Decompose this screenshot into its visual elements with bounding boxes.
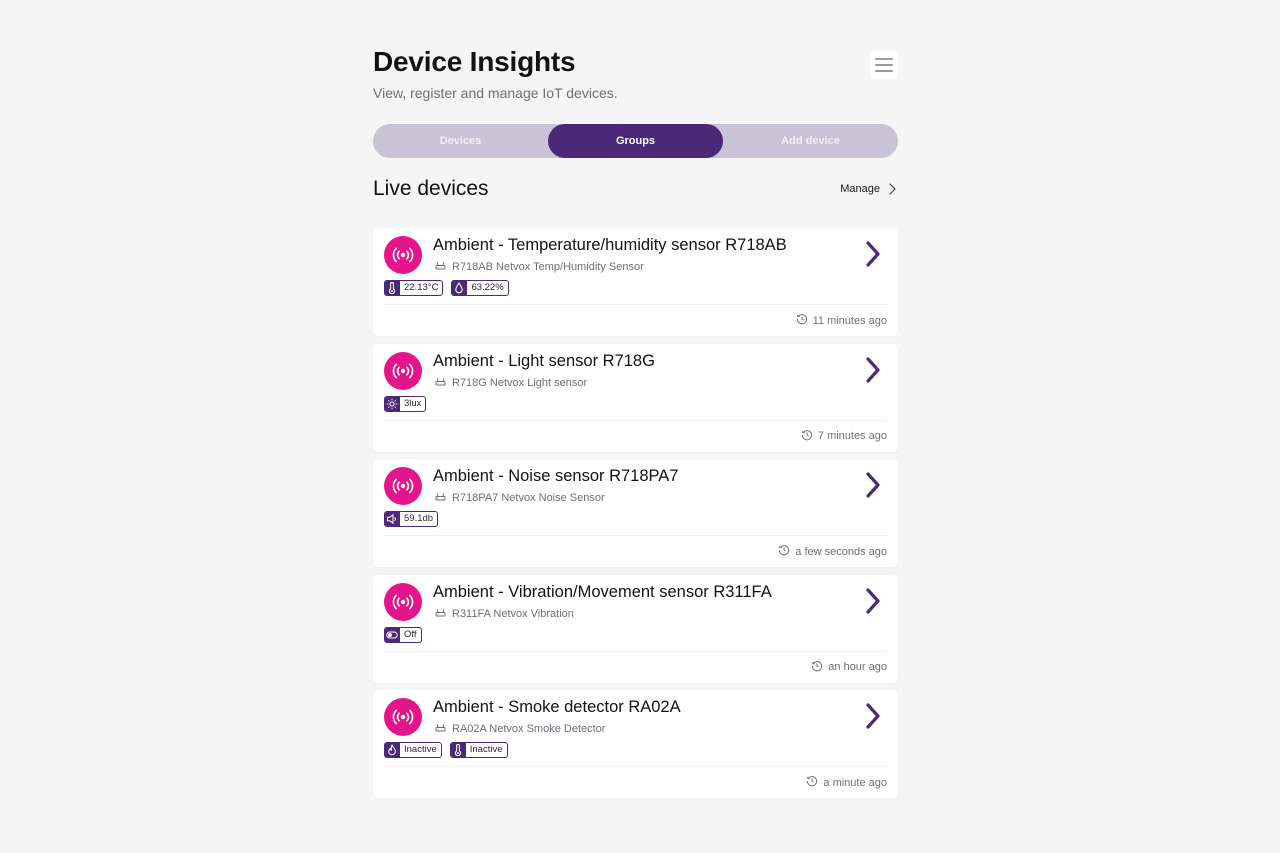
reading-value: 22.13°C: [404, 282, 439, 293]
reading-badges: 59.1db: [384, 511, 439, 528]
device-title: Ambient - Smoke detector RA02A: [433, 698, 681, 717]
thermometer-icon: [450, 743, 466, 758]
tab-bar: Devices Groups Add device: [373, 124, 898, 158]
reading-badge: 63.22%: [451, 280, 509, 296]
speaker-icon: [385, 512, 400, 527]
main-container: Device Insights View, register and manag…: [373, 44, 898, 806]
toggle-icon: [384, 627, 400, 642]
chevron-right-icon[interactable]: [862, 471, 884, 499]
tab-groups[interactable]: Groups: [548, 124, 723, 158]
chevron-right-icon[interactable]: [862, 702, 884, 730]
section-header: Live devices Manage: [373, 174, 898, 204]
history-clock-icon: [796, 313, 808, 328]
broadcast-signal-icon: [384, 351, 422, 390]
last-seen: 7 minutes ago: [801, 429, 887, 444]
tab-add-device[interactable]: Add device: [723, 124, 898, 158]
page-subtitle: View, register and manage IoT devices.: [373, 85, 618, 101]
reading-badge: Inactive: [384, 742, 442, 759]
broadcast-signal-icon: [384, 467, 422, 506]
tab-devices[interactable]: Devices: [373, 124, 548, 158]
broadcast-signal-icon: [384, 236, 422, 274]
chevron-right-icon: [884, 183, 896, 195]
device-model: RA02A Netvox Smoke Detector: [435, 723, 605, 735]
manage-label: Manage: [840, 183, 880, 195]
router-icon: [435, 608, 446, 620]
section-title: Live devices: [373, 177, 489, 200]
reading-badge: 3lux: [384, 395, 427, 412]
thermometer-icon: [385, 281, 400, 295]
device-model: R718PA7 Netvox Noise Sensor: [435, 492, 605, 504]
reading-badge: Off: [384, 626, 422, 643]
reading-value: Off: [404, 628, 417, 640]
card-divider: [384, 766, 887, 768]
reading-badge: 22.13°C: [384, 280, 444, 296]
chevron-right-icon[interactable]: [862, 356, 884, 384]
last-seen: an hour ago: [811, 660, 887, 675]
reading-value: 59.1db: [404, 513, 434, 525]
reading-badges: Inactive Inactive: [384, 742, 508, 759]
device-model: R718AB Netvox Temp/Humidity Sensor: [435, 261, 644, 273]
history-clock-icon: [811, 660, 823, 675]
device-list: Ambient - Temperature/humidity sensor R7…: [373, 228, 898, 799]
reading-value: Inactive: [469, 744, 503, 756]
flame-icon: [384, 743, 400, 758]
droplet-icon: [452, 281, 468, 295]
device-card[interactable]: Ambient - Light sensor R718G R718G Netvo…: [373, 343, 898, 452]
card-divider: [384, 650, 887, 652]
last-seen-label: an hour ago: [828, 661, 887, 674]
reading-badge: 59.1db: [384, 511, 439, 528]
reading-badges: Off: [384, 626, 422, 643]
last-seen-label: a minute ago: [823, 776, 887, 789]
last-seen-label: 11 minutes ago: [812, 314, 887, 327]
reading-badges: 22.13°C 63.22%: [384, 280, 509, 296]
router-icon: [435, 377, 446, 389]
history-clock-icon: [806, 775, 818, 790]
router-icon: [435, 492, 446, 504]
last-seen-label: a few seconds ago: [795, 545, 887, 558]
last-seen-label: 7 minutes ago: [817, 430, 887, 443]
device-model: R311FA Netvox Vibration: [435, 608, 574, 620]
last-seen: 11 minutes ago: [796, 313, 887, 328]
reading-badges: 3lux: [384, 395, 427, 412]
history-clock-icon: [778, 544, 790, 559]
reading-value: 3lux: [404, 397, 422, 409]
device-title: Ambient - Noise sensor R718PA7: [433, 467, 679, 486]
device-model: R718G Netvox Light sensor: [435, 377, 587, 389]
page-title: Device Insights: [373, 46, 576, 77]
device-card[interactable]: Ambient - Vibration/Movement sensor R311…: [373, 574, 898, 683]
header: Device Insights View, register and manag…: [373, 44, 898, 104]
broadcast-signal-icon: [384, 582, 422, 621]
reading-value: Inactive: [404, 744, 437, 756]
chevron-right-icon[interactable]: [862, 240, 884, 268]
card-divider: [384, 304, 887, 305]
last-seen: a few seconds ago: [778, 544, 887, 559]
hamburger-menu-icon[interactable]: [870, 51, 898, 79]
device-model-label: R718G Netvox Light sensor: [452, 376, 588, 389]
device-card[interactable]: Ambient - Temperature/humidity sensor R7…: [373, 228, 898, 336]
device-card[interactable]: Ambient - Smoke detector RA02A RA02A Net…: [373, 690, 898, 799]
device-model-label: R718AB Netvox Temp/Humidity Sensor: [452, 261, 644, 273]
last-seen: a minute ago: [806, 775, 887, 790]
reading-badge: Inactive: [449, 742, 508, 759]
reading-value: 63.22%: [471, 282, 504, 293]
router-icon: [435, 261, 446, 273]
device-model-label: R718PA7 Netvox Noise Sensor: [452, 492, 605, 505]
device-title: Ambient - Temperature/humidity sensor R7…: [433, 236, 787, 254]
router-icon: [435, 723, 446, 735]
device-model-label: R311FA Netvox Vibration: [452, 607, 574, 620]
device-model-label: RA02A Netvox Smoke Detector: [452, 723, 606, 736]
history-clock-icon: [801, 429, 813, 444]
device-card[interactable]: Ambient - Noise sensor R718PA7 R718PA7 N…: [373, 459, 898, 568]
card-divider: [384, 419, 887, 421]
manage-link[interactable]: Manage: [840, 183, 898, 195]
sun-icon: [385, 396, 400, 411]
chevron-right-icon[interactable]: [862, 587, 884, 615]
device-title: Ambient - Vibration/Movement sensor R311…: [433, 582, 772, 601]
card-divider: [384, 535, 887, 537]
device-title: Ambient - Light sensor R718G: [433, 351, 655, 370]
broadcast-signal-icon: [384, 698, 422, 737]
